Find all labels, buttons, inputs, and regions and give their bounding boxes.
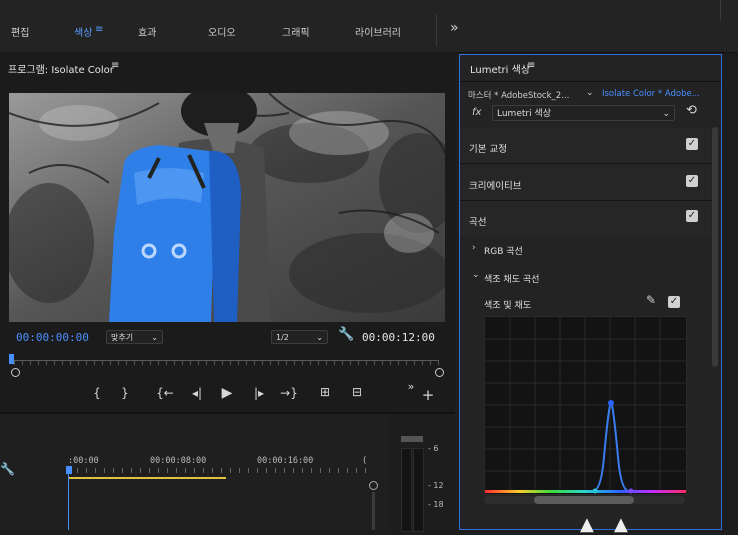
- tab-effects[interactable]: 효과: [138, 24, 156, 39]
- lumetri-scrollbar[interactable]: [712, 127, 718, 367]
- section-label: 크리에이티브: [469, 181, 522, 192]
- section-label: 곡선: [469, 217, 487, 228]
- chevron-up-icon: ▲: [614, 514, 628, 535]
- go-to-in-icon[interactable]: {←: [156, 386, 174, 400]
- chevron-up-icon: ▲: [580, 514, 594, 535]
- hue-vs-sat-checkbox[interactable]: ✓: [668, 296, 680, 308]
- tab-libraries[interactable]: 라이브러리: [355, 24, 401, 39]
- curve-control-point[interactable]: [608, 400, 614, 406]
- mark-in-icon[interactable]: {: [88, 386, 106, 400]
- divider: [720, 0, 721, 20]
- current-timecode[interactable]: 00:00:00:00: [16, 331, 89, 344]
- timeline-scroll-handle[interactable]: [369, 481, 378, 490]
- step-back-icon[interactable]: ◂|: [188, 386, 206, 400]
- hue-vs-sat-curve-graph[interactable]: [484, 316, 687, 495]
- wrench-icon[interactable]: 🔧: [338, 327, 354, 342]
- chevron-down-icon: ⌄: [662, 109, 670, 119]
- graph-scrollbar-thumb[interactable]: [534, 496, 634, 504]
- hue-sat-curves-toggle[interactable]: 색조 채도 곡선: [484, 272, 539, 285]
- program-title[interactable]: 프로그램: Isolate Color: [8, 61, 114, 76]
- ruler-label: :00:00: [68, 456, 99, 466]
- audio-meter-right: [413, 448, 424, 532]
- extract-icon[interactable]: ⊟: [348, 385, 366, 399]
- ruler-ticks: [68, 468, 368, 473]
- step-forward-icon[interactable]: |▸: [250, 386, 268, 400]
- lift-icon[interactable]: ⊞: [316, 385, 334, 399]
- program-video-frame[interactable]: [9, 93, 445, 322]
- fx-icon: fx: [472, 107, 482, 118]
- section-enable-checkbox[interactable]: ✓: [686, 175, 698, 187]
- master-clip-label[interactable]: 마스터 * AdobeStock_2...: [468, 89, 569, 101]
- section-creative[interactable]: 크리에이티브 ✓: [460, 165, 711, 201]
- section-label: 기본 교정: [469, 144, 507, 155]
- video-frame-image: [9, 93, 445, 322]
- tab-graphics[interactable]: 그래픽: [282, 24, 310, 39]
- lumetri-menu-icon[interactable]: ≡: [527, 60, 535, 71]
- section-enable-checkbox[interactable]: ✓: [686, 210, 698, 222]
- fit-label: 맞추기: [111, 333, 134, 342]
- curve-control-point[interactable]: [592, 488, 598, 494]
- timeline-playhead-line: [68, 474, 69, 530]
- effect-label: Lumetri 색상: [497, 109, 552, 119]
- meter-tick: - 18: [428, 500, 444, 509]
- audio-meter-header: [401, 436, 423, 442]
- scrub-ticks: [14, 361, 439, 365]
- audio-meter-left: [401, 448, 412, 532]
- chevron-down-icon: ⌄: [316, 333, 323, 342]
- curve-graph-svg: [485, 317, 686, 494]
- chevron-right-icon[interactable]: ›: [472, 243, 476, 253]
- go-to-out-icon[interactable]: →}: [280, 386, 298, 400]
- eyedropper-icon[interactable]: ✎: [646, 293, 656, 307]
- reset-icon[interactable]: ⟲: [686, 103, 697, 118]
- scrub-start-handle[interactable]: [11, 368, 20, 377]
- chevron-down-icon[interactable]: ⌄: [472, 270, 480, 280]
- tab-audio[interactable]: 오디오: [208, 24, 236, 39]
- add-button-icon[interactable]: +: [419, 386, 437, 404]
- lumetri-panel: Lumetri 색상 ≡ 마스터 * AdobeStock_2... ⌄ Iso…: [459, 54, 722, 530]
- play-icon[interactable]: ▶: [218, 385, 236, 401]
- workspace-overflow-icon[interactable]: »: [450, 20, 459, 36]
- lumetri-title[interactable]: Lumetri 색상: [470, 61, 530, 76]
- tab-color-menu-icon[interactable]: ≡: [95, 24, 103, 35]
- scrub-end-handle[interactable]: [435, 368, 444, 377]
- program-menu-icon[interactable]: ≡: [111, 60, 119, 71]
- active-clip-label[interactable]: Isolate Color * Adobe...: [602, 89, 700, 99]
- tab-edit[interactable]: 편집: [11, 24, 29, 39]
- divider: [460, 81, 721, 82]
- hue-vs-sat-label: 색조 및 채도: [484, 301, 532, 311]
- ruler-label: 00:00:08:00: [150, 456, 207, 466]
- hue-spectrum-bar: [485, 490, 686, 493]
- wrench-icon[interactable]: 🔧: [0, 462, 15, 476]
- ruler-label: 00:00:16:00: [257, 456, 314, 466]
- section-enable-checkbox[interactable]: ✓: [686, 138, 698, 150]
- duration-timecode: 00:00:12:00: [362, 331, 435, 344]
- effect-dropdown[interactable]: Lumetri 색상 ⌄: [492, 105, 675, 121]
- section-basic-correction[interactable]: 기본 교정 ✓: [460, 128, 711, 164]
- timeline-playhead[interactable]: [66, 466, 72, 474]
- resolution-label: 1/2: [276, 333, 289, 342]
- resolution-dropdown[interactable]: 1/2 ⌄: [271, 330, 328, 344]
- timeline-scrollbar[interactable]: [372, 492, 375, 530]
- mark-out-icon[interactable]: }: [116, 386, 134, 400]
- curve-grid: [485, 317, 686, 494]
- section-curves[interactable]: 곡선 ✓: [460, 201, 711, 236]
- divider: [436, 14, 437, 46]
- tab-color[interactable]: 색상: [74, 24, 92, 39]
- curve-control-point[interactable]: [628, 488, 634, 494]
- work-area-bar[interactable]: [68, 477, 226, 479]
- more-controls-icon[interactable]: »: [402, 380, 420, 393]
- playhead[interactable]: [9, 354, 14, 364]
- workspace-bar: 편집 색상 ≡ 효과 오디오 그래픽 라이브러리 »: [0, 0, 738, 53]
- chevron-down-icon[interactable]: ⌄: [586, 88, 594, 98]
- chevron-down-icon: ⌄: [151, 333, 158, 342]
- meter-tick: - 6: [428, 444, 439, 453]
- ruler-label: (: [362, 456, 368, 466]
- meter-tick: - 12: [428, 481, 444, 490]
- fit-dropdown[interactable]: 맞추기 ⌄: [106, 330, 163, 344]
- rgb-curves-toggle[interactable]: RGB 곡선: [484, 244, 523, 257]
